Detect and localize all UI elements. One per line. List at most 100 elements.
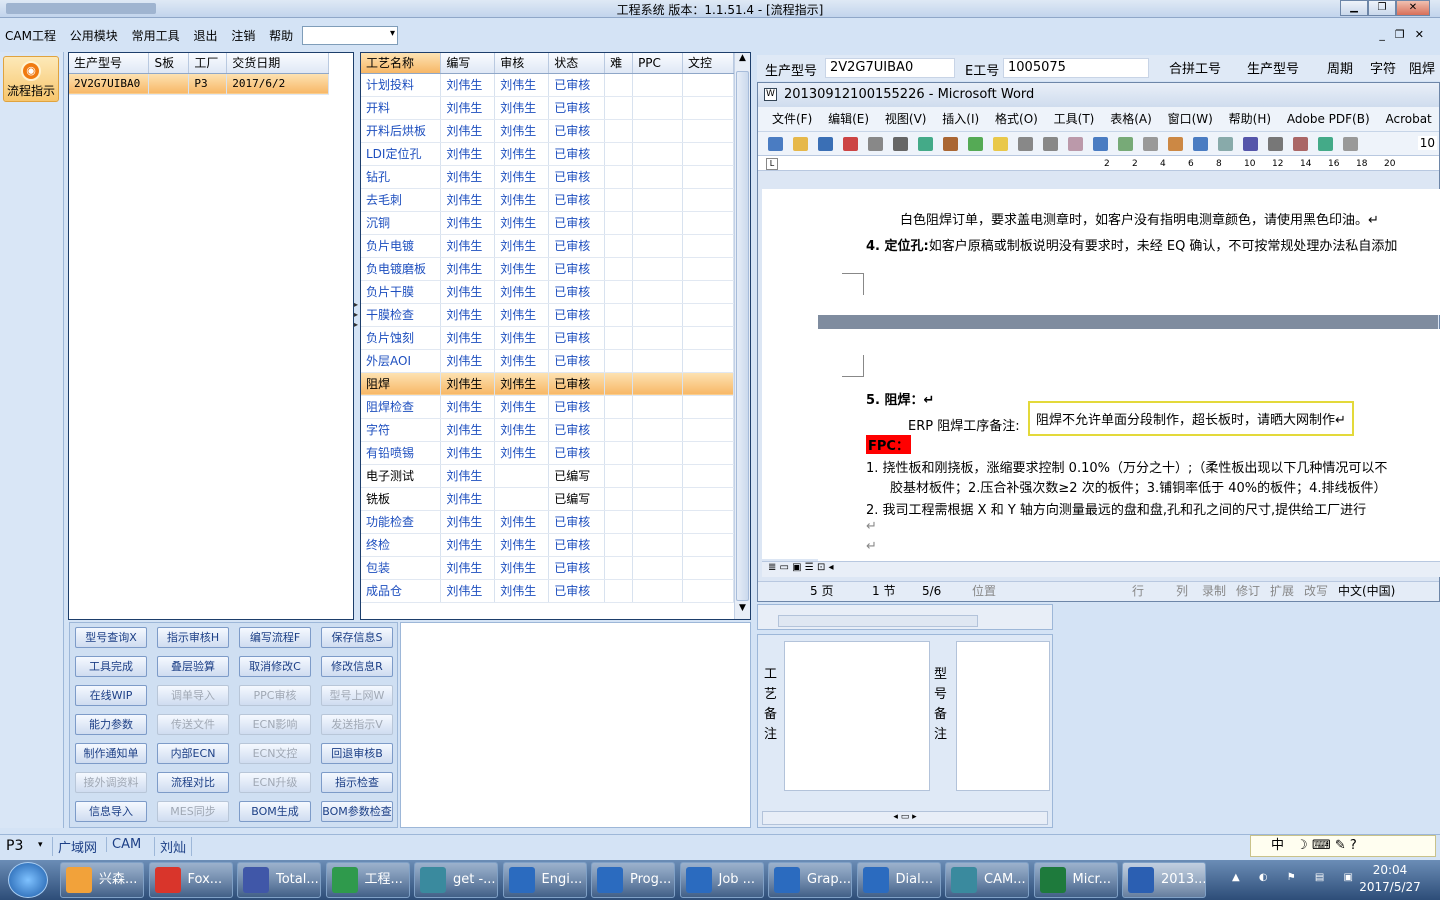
prod-model-field[interactable]: 2V2G7UIBA0: [825, 58, 955, 78]
taskbar-item[interactable]: Dial...: [856, 862, 941, 898]
col-cycle[interactable]: 周期: [1327, 58, 1353, 77]
table-row[interactable]: 计划投料 刘伟生 刘伟生 已审核: [361, 73, 734, 97]
col-difficulty[interactable]: 难: [604, 53, 634, 74]
tray-icons[interactable]: ▲ ◐ ⚑ ▤ ▣: [1232, 872, 1361, 883]
col-writer[interactable]: 编写: [440, 53, 496, 74]
ime-icons[interactable]: ☽ ⌨ ✎ ?: [1296, 838, 1357, 853]
toolbar-icon[interactable]: [1018, 137, 1033, 151]
toolbar-icon[interactable]: [1143, 137, 1158, 151]
toolbar-icon[interactable]: [968, 137, 983, 151]
toolbar-icon[interactable]: [843, 137, 858, 151]
menu-logout[interactable]: 注销: [226, 24, 260, 48]
table-row[interactable]: 字符 刘伟生 刘伟生 已审核: [361, 418, 734, 442]
action-button[interactable]: 信息导入: [75, 801, 147, 822]
action-button[interactable]: 型号查询X: [75, 627, 147, 648]
start-button[interactable]: [8, 862, 48, 898]
col-char[interactable]: 字符: [1370, 58, 1396, 77]
col-delivery-date[interactable]: 交货日期: [226, 53, 329, 74]
toolbar-icon[interactable]: [1043, 137, 1058, 151]
action-button[interactable]: 指示审核H: [157, 627, 229, 648]
toolbar-icon[interactable]: [1118, 137, 1133, 151]
table-row[interactable]: 钻孔 刘伟生 刘伟生 已审核: [361, 165, 734, 189]
table-row[interactable]: 干膜检查 刘伟生 刘伟生 已审核: [361, 303, 734, 327]
craft-remark-box[interactable]: [784, 641, 930, 791]
word-menu-file[interactable]: 文件(F): [772, 112, 812, 126]
table-row[interactable]: 成品仓 刘伟生 刘伟生 已审核: [361, 579, 734, 603]
toolbar-icon[interactable]: [993, 137, 1008, 151]
clock[interactable]: 20:04 2017/5/27: [1350, 862, 1430, 896]
col-solder[interactable]: 阻焊: [1409, 58, 1435, 77]
factory-select[interactable]: P3: [6, 838, 23, 854]
table-row[interactable]: 终检 刘伟生 刘伟生 已审核: [361, 533, 734, 557]
mdi-controls[interactable]: _❐✕: [1379, 28, 1434, 41]
action-button[interactable]: 发送指示V: [321, 714, 393, 735]
taskbar-item[interactable]: CAM...: [945, 862, 1029, 898]
toolbar-icon[interactable]: [943, 137, 958, 151]
flow-indicator-button[interactable]: ◉ 流程指示: [3, 56, 59, 102]
col-s-board[interactable]: S板: [148, 53, 190, 74]
scroll-thumb[interactable]: [736, 71, 749, 601]
col-status[interactable]: 状态: [548, 53, 606, 74]
toolbar-icon[interactable]: [868, 137, 883, 151]
word-menu-edit[interactable]: 编辑(E): [828, 112, 869, 126]
action-button[interactable]: 保存信息S: [321, 627, 393, 648]
table-row[interactable]: 负片干膜 刘伟生 刘伟生 已审核: [361, 280, 734, 304]
toolbar-icon[interactable]: [1068, 137, 1083, 151]
action-button[interactable]: 调单导入: [157, 685, 229, 706]
toolbar-icon[interactable]: [1318, 137, 1333, 151]
zoom-field[interactable]: 10: [1417, 136, 1437, 150]
word-menu-view[interactable]: 视图(V): [885, 112, 927, 126]
toolbar-icon[interactable]: [918, 137, 933, 151]
remarks-hscroll[interactable]: ◂ ▭ ▸: [762, 811, 1048, 825]
toolbar-icon[interactable]: [1168, 137, 1183, 151]
action-button[interactable]: 回退审核B: [321, 743, 393, 764]
table-row[interactable]: 2V2G7UIBA0 P3 2017/6/2: [69, 73, 329, 95]
partial-hscroll[interactable]: [778, 615, 978, 627]
table-row[interactable]: 开料后烘板 刘伟生 刘伟生 已审核: [361, 119, 734, 143]
col-merge-no[interactable]: 合拼工号: [1169, 58, 1221, 77]
action-button[interactable]: 工具完成: [75, 656, 147, 677]
taskbar-item[interactable]: Grap...: [768, 862, 852, 898]
action-button[interactable]: 在线WIP: [75, 685, 147, 706]
menu-combo[interactable]: [302, 26, 398, 45]
action-button[interactable]: 接外调资料: [75, 772, 147, 793]
action-button[interactable]: 流程对比: [157, 772, 229, 793]
taskbar-item[interactable]: get -...: [414, 862, 498, 898]
toolbar-icon[interactable]: [1293, 137, 1308, 151]
word-menu-tools[interactable]: 工具(T): [1054, 112, 1095, 126]
table-row[interactable]: 阻焊检查 刘伟生 刘伟生 已审核: [361, 395, 734, 419]
status-ext[interactable]: 扩展: [1270, 582, 1294, 601]
tab-selector[interactable]: L: [766, 158, 778, 170]
status-trk[interactable]: 修订: [1236, 582, 1260, 601]
action-button[interactable]: MES同步: [157, 801, 229, 822]
table-row[interactable]: 沉铜 刘伟生 刘伟生 已审核: [361, 211, 734, 235]
table-row[interactable]: 负电镀磨板 刘伟生 刘伟生 已审核: [361, 257, 734, 281]
status-ovr[interactable]: 改写: [1304, 582, 1328, 601]
table-row[interactable]: 铣板 刘伟生 已编写: [361, 487, 734, 511]
toolbar-icon[interactable]: [1343, 137, 1358, 151]
toolbar-icon[interactable]: [768, 137, 783, 151]
highlighted-remark[interactable]: 阻焊不允许单面分段制作，超长板时，请晒大网制作↵: [1028, 401, 1354, 436]
table-row[interactable]: 电子测试 刘伟生 已编写: [361, 464, 734, 488]
menu-exit[interactable]: 退出: [188, 24, 222, 48]
ime-bar[interactable]: 中 ☽ ⌨ ✎ ?: [1250, 835, 1436, 857]
action-button[interactable]: 编写流程F: [239, 627, 311, 648]
action-button[interactable]: PPC审核: [239, 685, 311, 706]
action-button[interactable]: ECN升级: [239, 772, 311, 793]
word-hscroll[interactable]: ≣ ▭ ▣ ☰ ⊡ ◂: [762, 561, 1440, 577]
process-scrollbar[interactable]: ▲ ▼: [734, 53, 750, 619]
status-rec[interactable]: 录制: [1202, 582, 1226, 601]
action-button[interactable]: 内部ECN: [157, 743, 229, 764]
toolbar-icon[interactable]: [893, 137, 908, 151]
col-ppc[interactable]: PPC: [632, 53, 684, 74]
menu-public-module[interactable]: 公用模块: [65, 24, 123, 48]
action-button[interactable]: 传送文件: [157, 714, 229, 735]
taskbar-item[interactable]: Total...: [237, 862, 321, 898]
model-remark-box[interactable]: [956, 641, 1050, 791]
word-menu-table[interactable]: 表格(A): [1110, 112, 1152, 126]
toolbar-icon[interactable]: [1268, 137, 1283, 151]
scroll-down-arrow[interactable]: ▼: [735, 603, 750, 619]
table-row[interactable]: 包装 刘伟生 刘伟生 已审核: [361, 556, 734, 580]
maximize-button[interactable]: ❐: [1368, 0, 1396, 16]
action-button[interactable]: 修改信息R: [321, 656, 393, 677]
